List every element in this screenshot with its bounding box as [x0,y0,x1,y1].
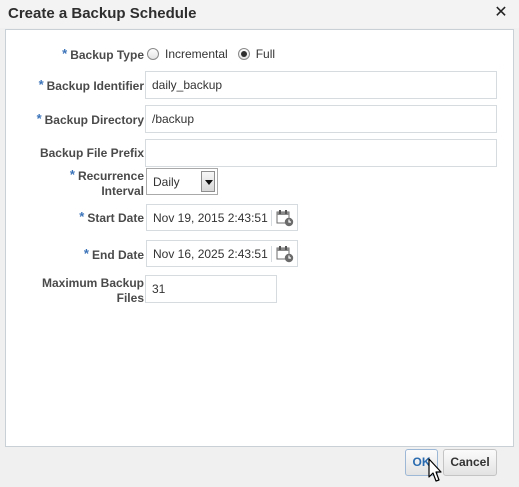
backup-directory-input[interactable] [145,105,497,133]
full-radio[interactable] [237,48,250,60]
backup-file-prefix-input[interactable] [145,139,497,167]
mouse-pointer-icon [428,458,442,482]
recurrence-interval-value: Daily [153,175,180,189]
required-marker: * [38,77,44,92]
full-radio-label[interactable]: Full [256,47,275,61]
end-date-label: * End Date [83,246,144,262]
maximum-backup-files-label: Maximum Backup Files [41,276,144,305]
recurrence-interval-select[interactable]: Daily [146,168,218,195]
start-date-input[interactable]: Nov 19, 2015 2:43:51 PM [146,204,298,231]
close-icon[interactable]: ✕ [492,3,510,23]
maximum-backup-files-input[interactable] [145,275,277,303]
backup-identifier-label: * Backup Identifier [38,77,144,93]
dialog-titlebar: Create a Backup Schedule ✕ [0,0,519,28]
required-marker: * [79,209,85,224]
field-divider [271,246,272,262]
cancel-button[interactable]: Cancel [443,449,497,476]
calendar-icon[interactable] [276,209,294,227]
required-marker: * [83,246,89,261]
required-marker: * [36,111,42,126]
chevron-down-icon[interactable] [201,171,215,192]
calendar-icon[interactable] [276,245,294,263]
end-date-input[interactable]: Nov 16, 2025 2:43:51 PM [146,240,298,267]
backup-type-radio-group: Incremental Full [147,47,285,61]
required-marker: * [62,46,68,61]
start-date-value[interactable]: Nov 19, 2015 2:43:51 PM [153,211,271,225]
required-marker: * [69,167,75,182]
backup-type-label: * Backup Type [62,46,144,62]
recurrence-interval-label: * Recurrence Interval [69,167,144,198]
incremental-radio-label[interactable]: Incremental [165,47,228,61]
backup-schedule-dialog: Create a Backup Schedule ✕ * Backup Type … [0,0,519,487]
end-date-value[interactable]: Nov 16, 2025 2:43:51 PM [153,247,271,261]
backup-file-prefix-label: Backup File Prefix [39,146,144,160]
backup-identifier-input[interactable] [145,71,497,99]
start-date-label: * Start Date [79,209,144,225]
field-divider [271,210,272,226]
incremental-radio[interactable] [147,48,159,60]
backup-directory-label: * Backup Directory [36,111,144,127]
dialog-title: Create a Backup Schedule [8,5,197,22]
